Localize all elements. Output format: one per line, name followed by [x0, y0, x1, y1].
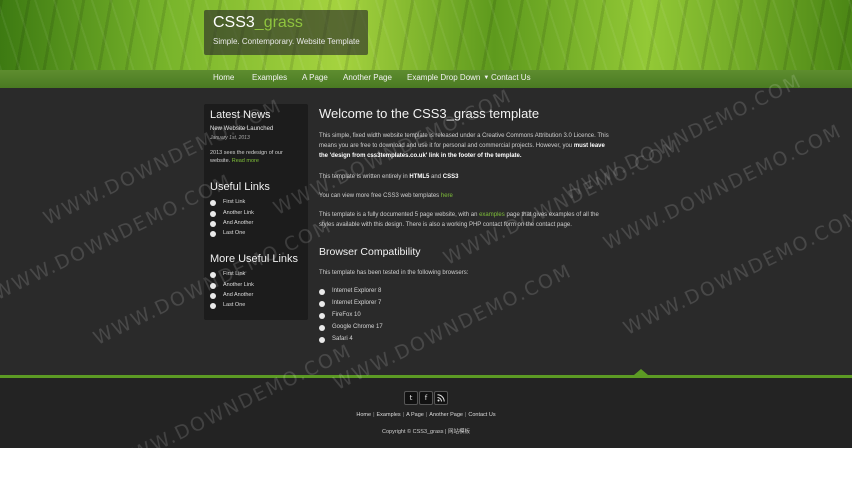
- watermark: WWW.DOWNDEMO.COM: [0, 169, 236, 305]
- intro-bold1: must leave: [573, 143, 605, 149]
- bullet-icon: [319, 313, 325, 319]
- rss-icon[interactable]: [434, 391, 448, 405]
- documentation-paragraph: This template is a fully documented 5 pa…: [319, 210, 654, 230]
- bullet-icon: [210, 303, 216, 309]
- more-useful-links-heading: More Useful Links: [210, 253, 299, 265]
- doc-line1b: page that gives examples of all the: [506, 212, 599, 218]
- intro-bold2: the 'design from css3templates.co.uk' li…: [319, 153, 522, 159]
- bullet-icon: [319, 301, 325, 307]
- more-link-1-label: First Link: [223, 271, 246, 277]
- page: CSS3_grass Simple. Contemporary. Website…: [0, 0, 852, 479]
- useful-link-3-label: And Another: [223, 220, 254, 226]
- footer-link-contact-us[interactable]: Contact Us: [468, 412, 495, 418]
- browser-label: Internet Explorer 8: [332, 288, 382, 294]
- footer-separator: |: [464, 412, 467, 418]
- bullet-icon: [319, 337, 325, 343]
- more-link-4-label: Last One: [223, 302, 246, 308]
- news-title: New Website Launched: [210, 126, 274, 132]
- footer-link-a-page[interactable]: A Page: [406, 412, 424, 418]
- tech-css3: CSS3: [442, 174, 459, 180]
- facebook-icon[interactable]: f: [419, 391, 433, 405]
- twitter-icon[interactable]: t: [404, 391, 418, 405]
- footer-link-examples[interactable]: Examples: [377, 412, 401, 418]
- site-logo[interactable]: CSS3_grass Simple. Contemporary. Website…: [204, 10, 368, 55]
- browser-label: FireFox 10: [332, 312, 361, 318]
- logo-title: CSS3_grass: [213, 14, 303, 32]
- doc-line2: styles available with this design. There…: [319, 222, 572, 228]
- bullet-icon: [210, 283, 216, 289]
- compat-heading: Browser Compatibility: [319, 246, 421, 258]
- useful-link-4-label: Last One: [223, 230, 246, 236]
- bullet-icon: [210, 231, 216, 237]
- news-text-line1: 2013 sees the redesign of our: [210, 150, 283, 156]
- more-link-2-label: Another Link: [223, 282, 254, 288]
- bullet-icon: [210, 293, 216, 299]
- nav-home[interactable]: Home: [213, 73, 234, 82]
- doc-line1a: This template is a fully documented 5 pa…: [319, 212, 478, 218]
- bullet-icon: [319, 325, 325, 331]
- news-text-line2-text: website.: [210, 158, 231, 164]
- examples-link[interactable]: examples: [479, 212, 505, 218]
- browser-label: Safari 4: [332, 336, 353, 342]
- latest-news-heading: Latest News: [210, 109, 271, 121]
- nav-a-page[interactable]: A Page: [302, 73, 328, 82]
- copyright: Copyright © CSS3_grass | 网站模板: [381, 429, 470, 435]
- tech-paragraph: This template is written entirely in HTM…: [319, 172, 654, 182]
- footer-link-another-page[interactable]: Another Page: [429, 412, 463, 418]
- news-text-line2: website. Read more: [210, 158, 259, 164]
- intro-line2-text: means you are free to download and use i…: [319, 143, 573, 149]
- footer-separator: |: [373, 412, 375, 418]
- news-date: January 1st, 2013: [210, 135, 250, 141]
- useful-link-1-label: First Link: [223, 199, 246, 205]
- bullet-icon: [210, 211, 216, 217]
- bottom-strip: [0, 448, 852, 479]
- chevron-down-icon: ▼: [483, 75, 490, 81]
- footer-separator: |: [425, 412, 428, 418]
- useful-links-heading: Useful Links: [210, 181, 270, 193]
- sidebar: Latest News New Website Launched January…: [204, 104, 308, 320]
- page-title: Welcome to the CSS3_grass template: [319, 106, 540, 121]
- useful-link-2-label: Another Link: [223, 210, 254, 216]
- header-banner: CSS3_grass Simple. Contemporary. Website…: [0, 0, 852, 70]
- rss-glyph: [437, 394, 445, 402]
- nav-another-page[interactable]: Another Page: [343, 73, 392, 82]
- more-templates-text: You can view more free CSS3 web template…: [319, 193, 440, 199]
- more-link-3-label: And Another: [223, 292, 254, 298]
- main-nav: Home Examples A Page Another Page Exampl…: [0, 70, 852, 88]
- intro-line2: means you are free to download and use i…: [319, 141, 654, 151]
- intro-line1: This simple, fixed width website templat…: [319, 133, 609, 139]
- read-more-link[interactable]: Read more: [232, 158, 259, 164]
- footer: t f Home | Examples | A Page | Another Page | Co…: [0, 378, 852, 448]
- here-link[interactable]: here: [441, 193, 453, 199]
- watermark: WWW.DOWNDEMO.COM: [620, 204, 852, 340]
- nav-example-drop-down-label: Example Drop Down: [407, 73, 481, 82]
- logo-title-accent: _grass: [254, 14, 303, 31]
- intro-paragraph: This simple, fixed width website templat…: [319, 131, 654, 161]
- browser-label: Google Chrome 17: [332, 324, 383, 330]
- bullet-icon: [210, 200, 216, 206]
- bullet-icon: [210, 221, 216, 227]
- logo-tagline: Simple. Contemporary. Website Template: [213, 37, 360, 46]
- footer-link-home[interactable]: Home: [356, 412, 371, 418]
- nav-contact-us[interactable]: Contact Us: [491, 73, 531, 82]
- nav-example-drop-down[interactable]: Example Drop Down ▼: [407, 73, 489, 82]
- tech-text: This template is written entirely in: [319, 174, 408, 180]
- bullet-icon: [319, 289, 325, 295]
- bullet-icon: [210, 272, 216, 278]
- footer-separator: |: [402, 412, 405, 418]
- compat-text: This template has been tested in the fol…: [319, 270, 469, 276]
- tech-and: and: [431, 174, 442, 180]
- more-templates-paragraph: You can view more free CSS3 web template…: [319, 191, 654, 201]
- footer-links: Home | Examples | A Page | Another Page | Contac…: [0, 412, 852, 418]
- nav-examples[interactable]: Examples: [252, 73, 287, 82]
- logo-title-main: CSS3: [213, 14, 255, 31]
- doc-line1: This template is a fully documented 5 pa…: [319, 210, 654, 220]
- intro-line3: the 'design from css3templates.co.uk' li…: [319, 151, 654, 161]
- browser-label: Internet Explorer 7: [332, 300, 382, 306]
- tech-html5: HTML5: [409, 174, 430, 180]
